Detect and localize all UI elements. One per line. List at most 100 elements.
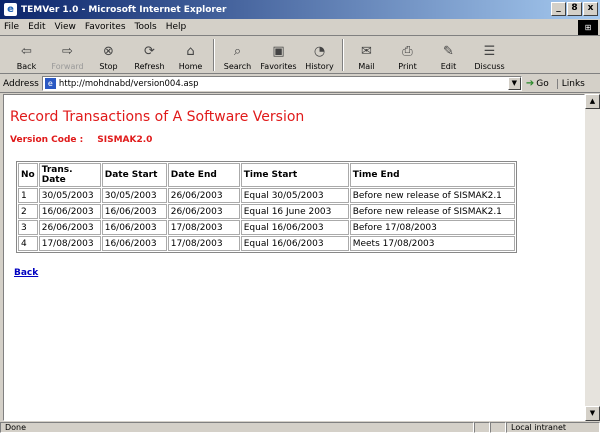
version-code: Version Code : SISMAK2.0	[10, 135, 152, 145]
cell-time-start: Equal 30/05/2003	[240, 188, 349, 203]
refresh-label: Refresh	[134, 62, 165, 71]
scroll-down-icon[interactable]: ▼	[585, 406, 600, 421]
maximize-button[interactable]: 8	[567, 2, 582, 16]
scroll-up-icon[interactable]: ▲	[585, 94, 600, 109]
cell-time-end: Meets 17/08/2003	[349, 236, 515, 251]
home-label: Home	[178, 62, 203, 71]
stop-label: Stop	[99, 62, 118, 71]
status-panel	[490, 422, 506, 433]
cell-date-start: 16/06/2003	[101, 236, 167, 251]
print-label: Print	[398, 62, 417, 71]
refresh-button[interactable]: ⟳ Refresh	[129, 37, 170, 73]
go-arrow-icon: ➔	[525, 78, 535, 89]
page-icon: e	[44, 78, 56, 89]
print-icon: ⎙	[402, 44, 413, 59]
cell-trans-date: 16/06/2003	[38, 204, 101, 219]
edit-icon: ✎	[443, 44, 454, 59]
search-icon: ⌕	[233, 44, 242, 59]
cell-time-end: Before new release of SISMAK2.1	[349, 188, 515, 203]
version-code-value: SISMAK2.0	[97, 135, 153, 145]
back-label: Back	[16, 62, 37, 71]
cell-no: 3	[18, 220, 38, 235]
cell-date-start: 16/06/2003	[101, 204, 167, 219]
status-bar: Done Local intranet	[0, 422, 600, 433]
window-title: TEMVer 1.0 - Microsoft Internet Explorer	[21, 4, 227, 15]
favorites-label: Favorites	[260, 62, 297, 71]
security-zone: Local intranet	[506, 422, 600, 433]
history-icon: ◔	[313, 44, 326, 59]
forward-button[interactable]: ⇨ Forward	[47, 37, 88, 73]
back-arrow-icon: ⇦	[21, 44, 32, 59]
table-row: 4 17/08/2003 16/06/2003 17/08/2003 Equal…	[18, 236, 515, 251]
status-panel	[474, 422, 490, 433]
transactions-table: No Trans. Date Date Start Date End Time …	[16, 161, 517, 253]
address-input[interactable]: e http://mohdnabd/version004.asp ▼	[41, 76, 522, 91]
col-date-start: Date Start	[101, 163, 167, 187]
discuss-button[interactable]: ☰ Discuss	[469, 37, 510, 73]
back-link[interactable]: Back	[14, 268, 38, 278]
cell-no: 2	[18, 204, 38, 219]
stop-button[interactable]: ⊗ Stop	[88, 37, 129, 73]
home-button[interactable]: ⌂ Home	[170, 37, 211, 73]
cell-date-end: 17/08/2003	[167, 220, 240, 235]
cell-time-start: Equal 16 June 2003	[240, 204, 349, 219]
close-button[interactable]: x	[583, 2, 598, 16]
mail-button[interactable]: ✉ Mail	[346, 37, 387, 73]
menu-favorites[interactable]: Favorites	[85, 22, 126, 32]
col-time-end: Time End	[349, 163, 515, 187]
discuss-label: Discuss	[474, 62, 505, 71]
windows-logo-icon: ⊞	[578, 20, 598, 35]
col-time-start: Time Start	[240, 163, 349, 187]
page-title: Record Transactions of A Software Versio…	[10, 109, 305, 125]
search-label: Search	[223, 62, 252, 71]
menu-view[interactable]: View	[55, 22, 76, 32]
table-row: 1 30/05/2003 30/05/2003 26/06/2003 Equal…	[18, 188, 515, 203]
menu-bar: File Edit View Favorites Tools Help ⊞	[0, 19, 600, 36]
menu-edit[interactable]: Edit	[28, 22, 45, 32]
stop-icon: ⊗	[103, 44, 114, 59]
edit-label: Edit	[440, 62, 457, 71]
address-label: Address	[3, 78, 39, 89]
menu-help[interactable]: Help	[166, 22, 187, 32]
address-dropdown-button[interactable]: ▼	[507, 77, 521, 90]
minimize-button[interactable]: _	[551, 2, 566, 16]
page-content: Record Transactions of A Software Versio…	[3, 94, 585, 421]
menu-tools[interactable]: Tools	[135, 22, 157, 32]
menu-file[interactable]: File	[4, 22, 19, 32]
favorites-icon: ▣	[272, 44, 285, 59]
edit-button[interactable]: ✎ Edit	[428, 37, 469, 73]
status-text: Done	[0, 422, 474, 433]
favorites-button[interactable]: ▣ Favorites	[258, 37, 299, 73]
go-button[interactable]: ➔ Go	[526, 78, 549, 89]
table-row: 2 16/06/2003 16/06/2003 26/06/2003 Equal…	[18, 204, 515, 219]
discuss-icon: ☰	[483, 44, 496, 59]
cell-no: 1	[18, 188, 38, 203]
cell-no: 4	[18, 236, 38, 251]
cell-trans-date: 17/08/2003	[38, 236, 101, 251]
cell-date-start: 30/05/2003	[101, 188, 167, 203]
cell-date-end: 26/06/2003	[167, 204, 240, 219]
forward-arrow-icon: ⇨	[62, 44, 73, 59]
col-trans-date: Trans. Date	[38, 163, 101, 187]
standard-toolbar: ⇦ Back ⇨ Forward ⊗ Stop ⟳ Refresh ⌂ Home…	[0, 37, 600, 74]
mail-icon: ✉	[361, 44, 372, 59]
address-url: http://mohdnabd/version004.asp	[58, 78, 199, 89]
vertical-scrollbar[interactable]: ▲ ▼	[585, 94, 600, 421]
search-button[interactable]: ⌕ Search	[217, 37, 258, 73]
cell-time-end: Before 17/08/2003	[349, 220, 515, 235]
col-no: No	[18, 163, 38, 187]
ie-logo-icon: e	[4, 3, 17, 16]
cell-time-start: Equal 16/06/2003	[240, 236, 349, 251]
browser-window: e TEMVer 1.0 - Microsoft Internet Explor…	[0, 0, 600, 433]
links-button[interactable]: Links	[556, 78, 585, 89]
cell-trans-date: 30/05/2003	[38, 188, 101, 203]
back-button[interactable]: ⇦ Back	[6, 37, 47, 73]
cell-trans-date: 26/06/2003	[38, 220, 101, 235]
toolbar-separator	[342, 39, 344, 71]
history-button[interactable]: ◔ History	[299, 37, 340, 73]
forward-label: Forward	[51, 62, 84, 71]
col-date-end: Date End	[167, 163, 240, 187]
table-row: 3 26/06/2003 16/06/2003 17/08/2003 Equal…	[18, 220, 515, 235]
cell-time-end: Before new release of SISMAK2.1	[349, 204, 515, 219]
print-button[interactable]: ⎙ Print	[387, 37, 428, 73]
